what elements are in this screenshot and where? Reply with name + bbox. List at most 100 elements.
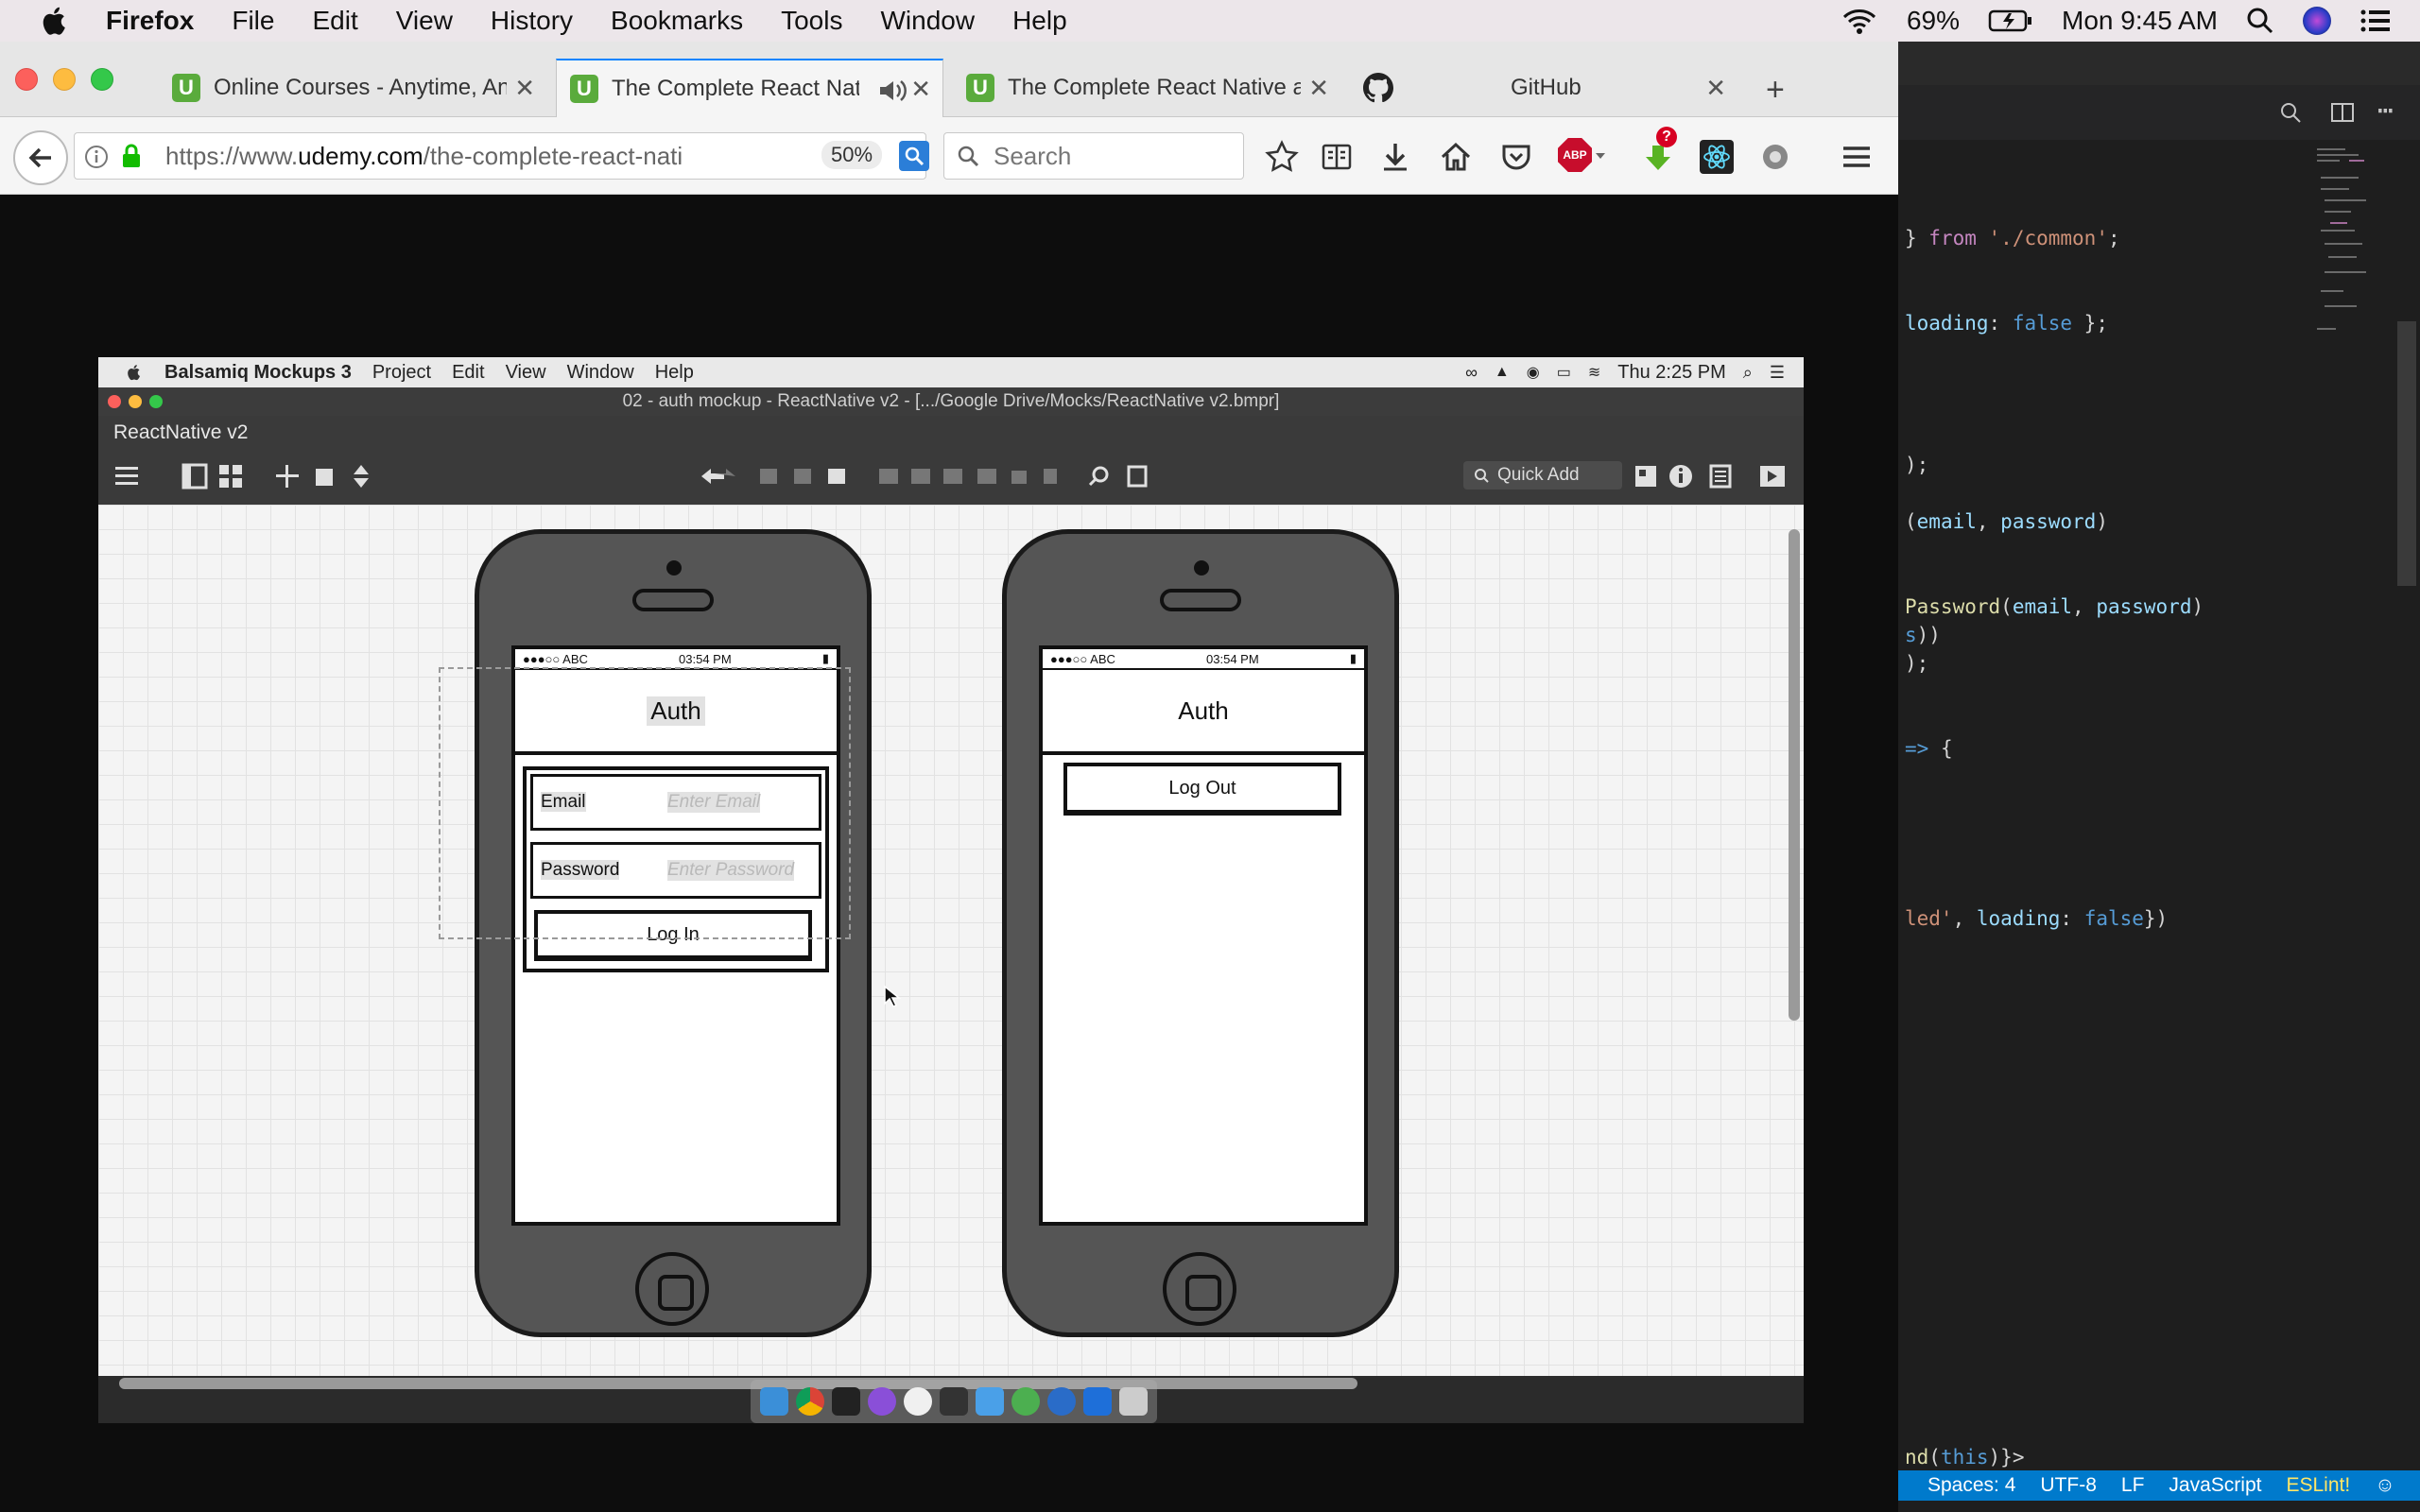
menu-view[interactable]: View xyxy=(396,6,453,36)
menubar-app-name[interactable]: Firefox xyxy=(106,6,194,36)
phone-home-button xyxy=(635,1252,709,1326)
notification-center-icon[interactable] xyxy=(2360,8,2392,34)
status-encoding[interactable]: UTF-8 xyxy=(2040,1474,2097,1497)
menu-help[interactable]: Help xyxy=(1012,6,1067,36)
feedback-smiley-icon[interactable]: ☺ xyxy=(2375,1474,2394,1497)
url-bar[interactable]: https://www. udemy.com/the-complete-react… xyxy=(74,132,973,180)
menu-history[interactable]: History xyxy=(491,6,573,36)
battery-percent: 69% xyxy=(1906,6,1961,35)
balsamiq-title-text: 02 - auth mockup - ReactNative v2 - [...… xyxy=(622,391,1280,411)
apple-icon xyxy=(128,365,140,381)
vscode-scrollbar[interactable] xyxy=(2397,321,2416,586)
secure-lock-icon[interactable] xyxy=(120,143,143,169)
balsamiq-toolbar: ReactNative v2 Quick Add xyxy=(98,416,1804,505)
minimap[interactable] xyxy=(2311,140,2387,367)
tab-online-courses[interactable]: U Online Courses - Anytime, Any ✕ xyxy=(159,59,546,117)
battery-icon[interactable] xyxy=(1988,9,2033,33)
course-video-player[interactable]: Balsamiq Mockups 3 Project Edit View Win… xyxy=(0,195,1898,1512)
search-placeholder: Search xyxy=(994,141,1072,170)
vscode-titlebar xyxy=(1895,42,2420,85)
balsamiq-center-toolbar-icons xyxy=(701,465,1148,488)
tab-close-icon[interactable]: ✕ xyxy=(910,75,931,104)
balsamiq-menu-project: Project xyxy=(372,361,432,383)
phone-carrier: ●●●○○ ABC xyxy=(1050,651,1115,666)
reading-list-icon[interactable] xyxy=(1320,140,1354,174)
siri-icon[interactable] xyxy=(2303,7,2331,35)
new-tab-button[interactable]: + xyxy=(1766,72,1785,109)
phone-mockup-logout: ●●●○○ ABC 03:54 PM ▮ Auth Log Out xyxy=(1002,529,1399,1337)
phone-time: 03:54 PM xyxy=(679,651,732,666)
tab-close-icon[interactable]: ✕ xyxy=(1705,74,1726,103)
adblock-badge-text: ABP xyxy=(1563,148,1587,162)
more-actions-icon[interactable]: ⋯ xyxy=(2377,94,2394,126)
reader-search-icon[interactable] xyxy=(899,141,929,171)
menu-window[interactable]: Window xyxy=(880,6,975,36)
balsamiq-wifi-icon: ≋ xyxy=(1587,365,1601,381)
pocket-icon[interactable] xyxy=(1499,140,1533,174)
extension-gear-icon[interactable] xyxy=(1758,140,1792,174)
quick-add-label: Quick Add xyxy=(1497,465,1580,485)
menu-edit[interactable]: Edit xyxy=(312,6,357,36)
balsamiq-menu-window: Window xyxy=(566,361,634,383)
tab-react-native-2[interactable]: U The Complete React Native a ✕ xyxy=(953,59,1340,117)
url-prefix: https://www. xyxy=(165,141,299,170)
zoom-window-button[interactable] xyxy=(91,68,113,91)
dock-globe-icon xyxy=(1011,1387,1040,1416)
menu-file[interactable]: File xyxy=(232,6,274,36)
balsamiq-list-icon: ☰ xyxy=(1769,362,1785,382)
logout-button-mock: Log Out xyxy=(1063,763,1341,816)
balsamiq-record-icon: ◉ xyxy=(1526,365,1540,381)
split-editor-icon[interactable] xyxy=(2330,100,2355,125)
balsamiq-search-icon: ⌕ xyxy=(1742,362,1753,382)
balsamiq-screen: Balsamiq Mockups 3 Project Edit View Win… xyxy=(98,357,1804,1423)
site-info-icon[interactable] xyxy=(84,145,109,169)
back-button[interactable] xyxy=(13,130,68,185)
canvas-horizontal-scrollbar xyxy=(119,1378,1357,1389)
menu-bookmarks[interactable]: Bookmarks xyxy=(611,6,743,36)
bookmark-star-icon[interactable] xyxy=(1265,140,1299,174)
tab-close-icon[interactable]: ✕ xyxy=(1308,74,1329,103)
search-input[interactable]: Search xyxy=(943,132,1244,180)
adblock-plus-icon[interactable]: ABP xyxy=(1558,138,1592,172)
navigation-toolbar: https://www. udemy.com/the-complete-react… xyxy=(0,117,1898,195)
phone-home-button xyxy=(1163,1252,1236,1326)
quick-add-search-icon xyxy=(1475,469,1489,483)
menu-tools[interactable]: Tools xyxy=(781,6,842,36)
tab-github[interactable]: GitHub ✕ xyxy=(1350,59,1737,117)
selection-box xyxy=(439,667,851,939)
tab-react-native-active[interactable]: U The Complete React Nativ ✕ xyxy=(556,59,943,117)
balsamiq-dock xyxy=(751,1380,1157,1423)
status-eslint[interactable]: ESLint! xyxy=(2286,1474,2350,1497)
status-indentation[interactable]: Spaces: 4 xyxy=(1927,1474,2015,1497)
wifi-icon[interactable] xyxy=(1841,7,1878,35)
hamburger-menu-icon[interactable] xyxy=(1840,140,1874,174)
status-language[interactable]: JavaScript xyxy=(2169,1474,2261,1497)
close-window-button[interactable] xyxy=(15,68,38,91)
adblock-dropdown-icon[interactable] xyxy=(1594,149,1607,163)
tab-label: The Complete React Native a xyxy=(1008,75,1301,100)
zoom-level-button[interactable]: 50% xyxy=(821,141,883,169)
tab-close-icon[interactable]: ✕ xyxy=(514,74,535,103)
url-domain: udemy.com xyxy=(298,141,424,170)
dock-trash-icon xyxy=(1119,1387,1148,1416)
home-icon[interactable] xyxy=(1439,140,1473,174)
url-text: https://www. udemy.com/the-complete-react… xyxy=(165,142,780,171)
minimize-window-button[interactable] xyxy=(53,68,76,91)
balsamiq-clock: Thu 2:25 PM xyxy=(1617,361,1726,383)
vscode-window: ⋯ } from './common'; loading: false }; )… xyxy=(1895,42,2420,1512)
dock-xcode-icon xyxy=(1083,1387,1112,1416)
menubar-clock[interactable]: Mon 9:45 AM xyxy=(2062,6,2218,36)
auth-header: Auth xyxy=(1043,670,1364,755)
tab-label: GitHub xyxy=(1511,75,1582,100)
apple-icon[interactable] xyxy=(38,4,72,38)
vscode-editor-actions: ⋯ xyxy=(1895,85,2420,140)
spotlight-search-icon[interactable] xyxy=(2246,7,2274,35)
tab-audio-playing-icon[interactable] xyxy=(878,79,907,102)
balsamiq-menu-view: View xyxy=(505,361,546,383)
auth-header-title: Auth xyxy=(1178,696,1229,725)
open-changes-icon[interactable] xyxy=(2278,100,2303,125)
downloads-icon[interactable] xyxy=(1378,140,1412,174)
react-devtools-icon[interactable] xyxy=(1700,140,1734,174)
status-eol[interactable]: LF xyxy=(2121,1474,2145,1497)
udemy-favicon-icon: U xyxy=(966,74,994,102)
